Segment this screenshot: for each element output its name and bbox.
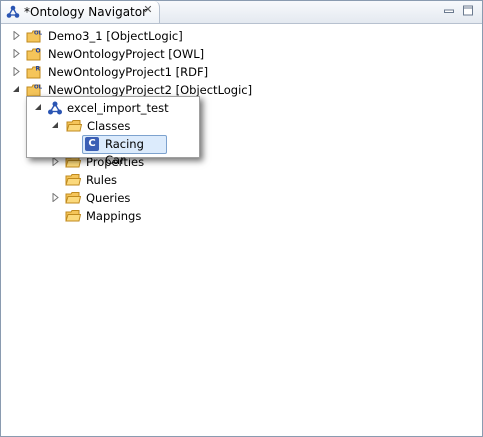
tree-item-queries[interactable]: Queries bbox=[1, 189, 201, 207]
tree-item-newontologyproject1-rdf[interactable]: R NewOntologyProject1 [RDF] bbox=[1, 63, 301, 81]
ontology-project-icon: OL bbox=[26, 30, 42, 43]
expand-arrow-icon[interactable] bbox=[13, 49, 21, 58]
tree-item-rules[interactable]: Rules bbox=[1, 171, 201, 189]
svg-text:O: O bbox=[36, 48, 41, 55]
tree-item-label: NewOntologyProject1 [RDF] bbox=[48, 65, 209, 79]
tree-item-classes[interactable]: Classes bbox=[27, 117, 197, 135]
view-title: *Ontology Navigator bbox=[24, 5, 148, 19]
maximize-icon[interactable] bbox=[462, 5, 474, 16]
close-icon[interactable]: ✕ bbox=[142, 4, 154, 16]
collapse-arrow-icon[interactable] bbox=[34, 103, 42, 112]
svg-text:R: R bbox=[36, 66, 41, 73]
tree-item-label: Racing Car bbox=[105, 137, 144, 167]
ontology-navigator-view: *Ontology Navigator ✕ OL Demo3_1 [Object… bbox=[0, 0, 483, 437]
view-tab-bar: *Ontology Navigator ✕ bbox=[1, 1, 482, 24]
tree-item-label: Queries bbox=[86, 191, 131, 205]
class-icon: C bbox=[85, 137, 99, 151]
folder-icon bbox=[65, 210, 81, 222]
ontology-navigator-icon bbox=[6, 5, 20, 18]
tree-hover-popup: excel_import_test Classes C Racing Car bbox=[26, 96, 200, 167]
collapse-arrow-icon[interactable] bbox=[51, 121, 59, 130]
tree-item-label: Demo3_1 [ObjectLogic] bbox=[48, 29, 183, 43]
tree-item-newontologyproject-owl[interactable]: O NewOntologyProject [OWL] bbox=[1, 45, 301, 63]
tree-item-excel-import-test[interactable]: excel_import_test bbox=[27, 99, 197, 117]
ontology-icon bbox=[48, 101, 62, 115]
tree-item-label: NewOntologyProject [OWL] bbox=[48, 47, 205, 61]
tree-item-racing-car[interactable]: C Racing Car bbox=[82, 135, 167, 167]
folder-icon bbox=[66, 120, 82, 132]
tree-item-mappings[interactable]: Mappings bbox=[1, 207, 201, 225]
tree-item-label: Mappings bbox=[86, 209, 142, 223]
expand-arrow-icon[interactable] bbox=[13, 67, 21, 76]
tab-ontology-navigator[interactable]: *Ontology Navigator ✕ bbox=[1, 1, 160, 23]
tree-item-label: Rules bbox=[86, 173, 118, 187]
expand-arrow-icon[interactable] bbox=[13, 31, 21, 40]
collapse-arrow-icon[interactable] bbox=[12, 85, 20, 94]
folder-icon bbox=[65, 192, 81, 204]
tree-item-demo3-1[interactable]: OL Demo3_1 [ObjectLogic] bbox=[1, 27, 301, 45]
tree-item-label: excel_import_test bbox=[67, 101, 169, 115]
expand-arrow-icon[interactable] bbox=[52, 157, 60, 166]
svg-text:OL: OL bbox=[34, 85, 42, 91]
folder-icon bbox=[65, 174, 81, 186]
ontology-project-icon: R bbox=[26, 66, 41, 79]
expand-arrow-icon[interactable] bbox=[52, 193, 60, 202]
ontology-project-icon: O bbox=[26, 48, 41, 61]
minimize-icon[interactable] bbox=[443, 5, 455, 16]
svg-text:OL: OL bbox=[34, 31, 42, 37]
tree-item-label: Classes bbox=[87, 119, 131, 133]
